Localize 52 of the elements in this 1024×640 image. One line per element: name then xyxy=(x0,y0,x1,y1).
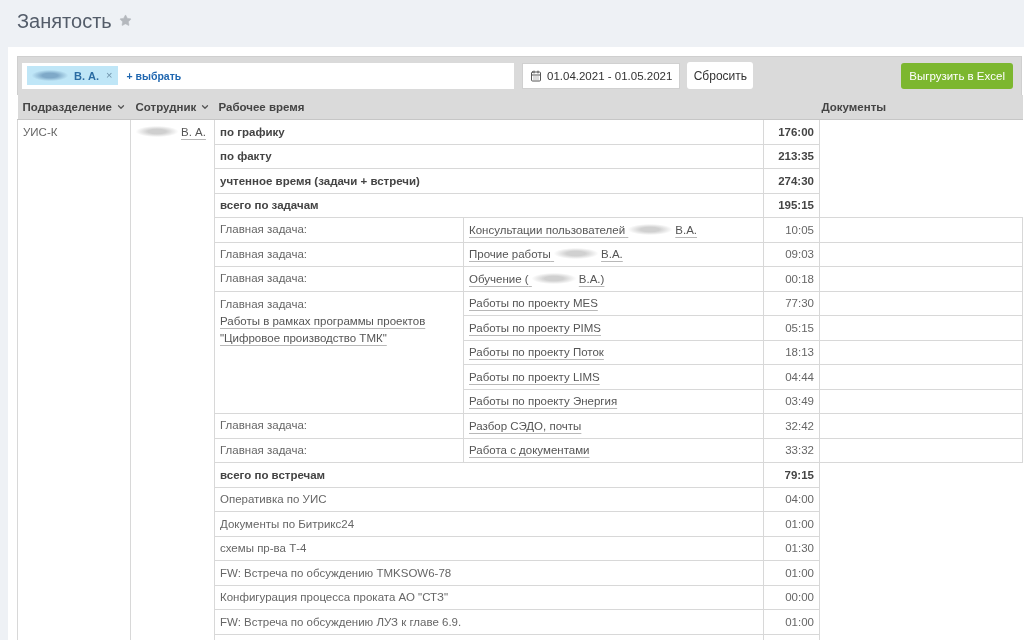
meeting-time: 04:00 xyxy=(785,493,814,506)
task-time: 18:13 xyxy=(785,346,814,359)
department-name: УИС-К xyxy=(23,126,58,138)
task-time: 09:03 xyxy=(785,248,814,261)
meeting-title: Оперативка по УИС xyxy=(220,493,327,506)
task-time: 03:49 xyxy=(785,395,814,408)
total-time: 195:15 xyxy=(778,199,814,212)
page-title: Занятость xyxy=(17,8,112,33)
star-icon[interactable] xyxy=(118,14,132,27)
meeting-title: Документы по Битрикс24 xyxy=(220,517,355,530)
task-time: 04:44 xyxy=(785,370,814,383)
main-task-label: Главная задача: xyxy=(220,297,308,310)
total-time: 274:30 xyxy=(778,174,814,187)
task-time: 10:05 xyxy=(785,223,814,236)
date-range-field[interactable]: 01.04.2021 - 01.05.2021 xyxy=(522,62,681,89)
main-task-label: Главная задача: xyxy=(220,272,308,285)
main-task-link[interactable]: Работы в рамках программы проектов "Цифровое производство ТМК" xyxy=(220,312,458,347)
calendar-icon xyxy=(530,69,542,82)
total-time: 79:15 xyxy=(784,468,814,481)
task-link[interactable]: Разбор СЭДО, почты xyxy=(469,419,582,432)
meeting-time: 01:00 xyxy=(785,566,814,579)
total-label: по графику xyxy=(220,125,285,138)
task-time: 00:18 xyxy=(785,272,814,285)
meeting-time: 01:00 xyxy=(785,615,814,628)
reset-button[interactable]: Сбросить xyxy=(687,62,754,89)
task-time: 05:15 xyxy=(785,321,814,334)
total-time: 213:35 xyxy=(778,150,814,163)
meeting-title: схемы пр-ва Т-4 xyxy=(220,542,307,555)
main-task-label: Главная задача: xyxy=(220,419,308,432)
meeting-time: 01:00 xyxy=(785,517,814,530)
meeting-title: FW: Встреча по обсуждению TMKSOW6-78 xyxy=(220,566,452,579)
task-time: 32:42 xyxy=(785,419,814,432)
main-task-label: Главная задача: xyxy=(220,247,308,260)
main-task-label: Главная задача: xyxy=(220,223,308,236)
meeting-title: FW: Встреча по обсуждению ЛУЗ к главе 6.9. xyxy=(220,615,462,628)
employee-filter-field[interactable]: В. А. × + выбрать xyxy=(22,62,514,89)
total-time: 176:00 xyxy=(778,125,814,138)
employee-link[interactable]: В. А. xyxy=(136,126,206,138)
meeting-title: Конфигурация процесса проката АО "СТЗ" xyxy=(220,591,448,604)
column-header: Документы xyxy=(821,101,887,113)
add-employee-link[interactable]: + выбрать xyxy=(126,69,182,82)
meeting-time: 00:00 xyxy=(785,591,814,604)
chip-label: В. А. xyxy=(74,69,100,82)
task-time: 77:30 xyxy=(785,297,814,310)
main-task-label: Главная задача: xyxy=(220,443,308,456)
total-label: всего по встречам xyxy=(220,468,326,481)
meeting-time: 01:30 xyxy=(785,542,814,555)
total-label: всего по задачам xyxy=(220,199,319,212)
column-header: Рабочее время xyxy=(218,101,305,113)
total-label: учтенное время (задачи + встречи) xyxy=(220,174,420,187)
task-time: 33:32 xyxy=(785,444,814,457)
total-label: по факту xyxy=(220,150,272,163)
